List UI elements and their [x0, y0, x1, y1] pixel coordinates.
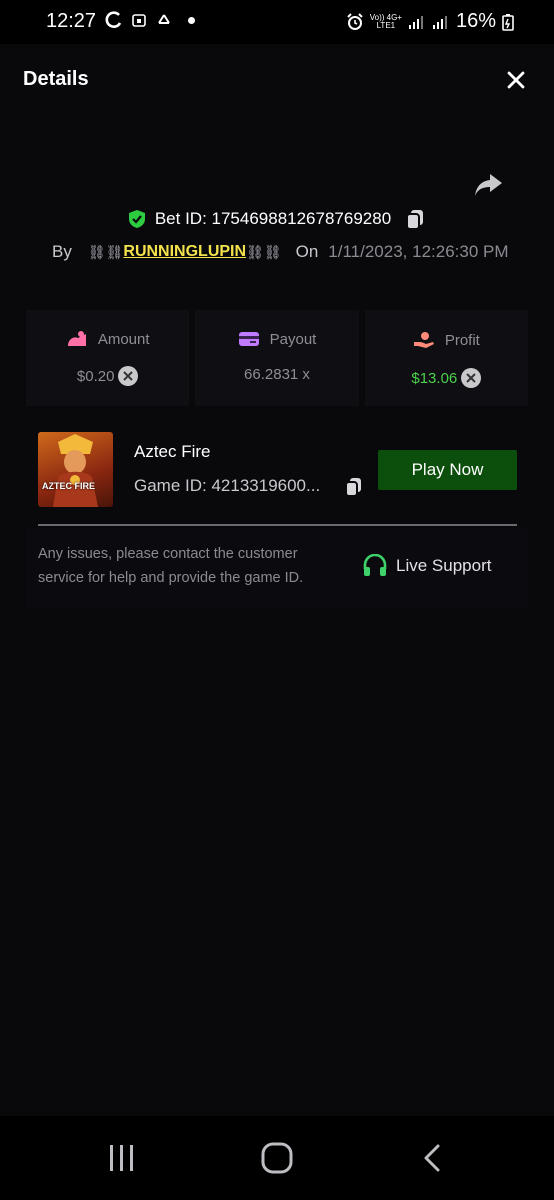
recent-apps-icon	[110, 1145, 133, 1171]
details-screen: Details Bet ID: 1754698812678769280 By ⛓…	[0, 44, 554, 1116]
copy-icon[interactable]	[405, 208, 427, 230]
money-bag-icon	[67, 331, 86, 346]
by-label: By	[52, 242, 72, 261]
share-button[interactable]	[472, 168, 504, 200]
page-title: Details	[23, 68, 89, 90]
coin-icon	[118, 366, 139, 386]
stat-profit: Profit $13.06	[364, 310, 528, 406]
battery-icon	[502, 13, 514, 31]
game-thumbnail[interactable]: AZTEC FIRE	[38, 432, 113, 507]
calendar-icon	[132, 14, 146, 27]
amount-label: Amount	[97, 330, 150, 348]
back-button[interactable]	[402, 1138, 462, 1178]
home-icon	[261, 1142, 293, 1174]
network-lte: LTE1	[376, 20, 396, 30]
bet-id-row: Bet ID: 1754698812678769280	[0, 208, 554, 230]
game-thumb-label: AZTEC FIRE	[42, 481, 95, 491]
stats-panel: Amount $0.20 Payout 66.2831 x Profit $13…	[26, 310, 528, 406]
chain-decoration-right: ⛓⛓	[246, 243, 282, 260]
bet-id-text: Bet ID: 1754698812678769280	[154, 209, 392, 228]
stat-payout: Payout 66.2831 x	[195, 310, 359, 406]
profit-value: $13.06	[411, 369, 458, 387]
back-icon	[424, 1144, 440, 1172]
live-support-button[interactable]: Live Support	[350, 538, 516, 594]
divider	[38, 524, 517, 526]
system-nav-bar	[0, 1116, 554, 1200]
close-button[interactable]	[502, 66, 530, 94]
signal-icon	[408, 15, 423, 29]
game-name: Aztec Fire	[134, 442, 211, 461]
game-card: AZTEC FIRE Aztec Fire Game ID: 421331960…	[38, 432, 517, 524]
help-text: Any issues, please contact the customer …	[38, 546, 304, 586]
play-now-button[interactable]: Play Now	[378, 450, 517, 490]
bet-date: 1/11/2023, 12:26:30 PM	[328, 242, 509, 261]
recycle-icon	[158, 14, 170, 24]
status-right-icons: Vo)) 4G+ LTE1 16%	[346, 10, 514, 33]
status-left-icons	[104, 10, 195, 30]
sync-icon	[105, 11, 122, 28]
battery-percent: 16%	[455, 10, 496, 32]
payout-label: Payout	[269, 330, 317, 348]
live-support-label: Live Support	[396, 556, 492, 575]
dot-icon	[188, 16, 195, 24]
payout-value: 66.2831 x	[244, 366, 310, 383]
stat-amount: Amount $0.20	[26, 310, 190, 406]
amount-value: $0.20	[76, 367, 115, 385]
on-label: On	[295, 242, 319, 261]
copy-icon	[345, 478, 361, 497]
game-id: Game ID: 4213319600...	[134, 476, 321, 495]
coin-icon	[461, 368, 482, 388]
aztec-figure-icon	[53, 434, 98, 507]
network-indicator: Vo)) 4G+ LTE1	[370, 13, 402, 30]
status-time: 12:27	[46, 10, 97, 32]
chain-decoration-left: ⛓⛓	[87, 243, 124, 260]
status-bar: 12:27 Vo)) 4G+ LTE1 16%	[0, 0, 554, 44]
help-box: Any issues, please contact the customer …	[26, 528, 528, 608]
username-link[interactable]: RUNNINGLUPIN	[123, 243, 246, 261]
close-icon	[507, 71, 525, 89]
profit-label: Profit	[444, 331, 480, 349]
bettor-row: By ⛓⛓ RUNNINGLUPIN ⛓⛓ On 1/11/2023, 12:2…	[52, 242, 509, 262]
hand-coin-icon	[413, 332, 434, 348]
alarm-icon	[347, 12, 363, 30]
headset-icon	[363, 554, 387, 576]
copy-game-id-button[interactable]	[344, 476, 364, 503]
recent-apps-button[interactable]	[92, 1138, 152, 1178]
signal-icon	[432, 15, 447, 29]
share-icon	[475, 174, 502, 196]
home-button[interactable]	[247, 1138, 307, 1178]
card-icon	[238, 332, 259, 346]
shield-check-icon	[128, 210, 145, 228]
